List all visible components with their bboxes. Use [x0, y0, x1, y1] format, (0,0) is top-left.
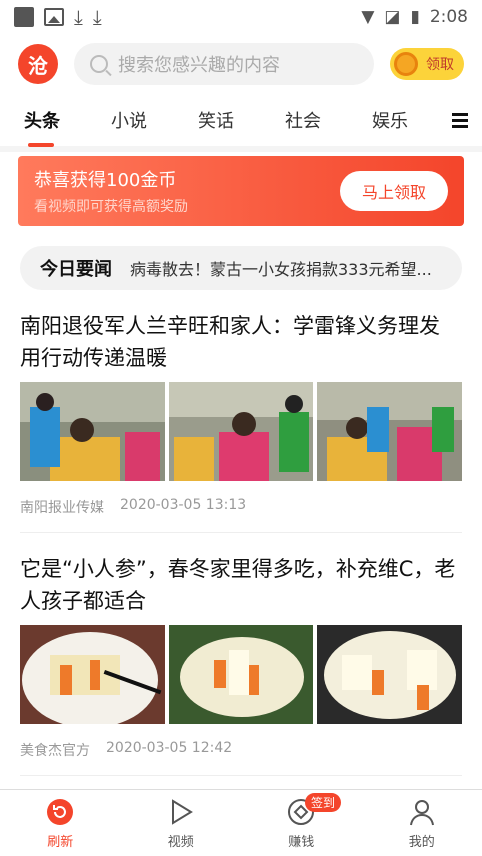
- search-placeholder: 搜索您感兴趣的内容: [118, 55, 280, 76]
- nav-label: 赚钱: [288, 834, 315, 850]
- tab-headlines[interactable]: 头条: [24, 107, 111, 147]
- nav-profile[interactable]: 我的: [362, 790, 482, 856]
- nav-refresh[interactable]: 刷新: [0, 790, 121, 856]
- banner-title: 恭喜获得100金币: [34, 170, 177, 191]
- clock: 2:08: [429, 7, 468, 27]
- notification-square-icon: [14, 7, 34, 27]
- menu-icon[interactable]: [452, 110, 468, 131]
- article-thumbnail[interactable]: [317, 625, 463, 724]
- article-source: 美食杰官方: [20, 743, 90, 759]
- battery-icon: ▮: [410, 7, 420, 27]
- app-logo[interactable]: 沧: [18, 44, 58, 84]
- signal-icon: ◪: [384, 7, 401, 27]
- coin-icon: [394, 52, 418, 76]
- user-icon: [407, 797, 437, 827]
- nav-label: 刷新: [47, 834, 74, 850]
- wifi-icon: ▼: [361, 7, 375, 27]
- bottom-nav: 刷新 视频 签到 赚钱 我的: [0, 789, 482, 856]
- play-icon: [166, 797, 196, 827]
- claim-now-button[interactable]: 马上领取: [339, 171, 448, 211]
- article-thumbnail[interactable]: [20, 625, 165, 724]
- nav-label: 视频: [167, 834, 194, 850]
- list-item[interactable]: 南阳退役军人兰辛旺和家人：学雷锋义务理发 用行动传递温暖 南阳报业传媒 2020…: [0, 290, 482, 533]
- nav-earn[interactable]: 签到 赚钱: [241, 790, 362, 856]
- status-bar: ⤓ ⤓ ▼ ◪ ▮ 2:08: [0, 0, 482, 34]
- logo-glyph: 沧: [28, 53, 48, 78]
- download-icon: ⤓: [92, 5, 102, 29]
- article-thumbnail[interactable]: [168, 382, 314, 481]
- tab-society[interactable]: 社会: [285, 107, 372, 133]
- image-icon: [44, 8, 64, 26]
- article-thumbnail[interactable]: [168, 625, 314, 724]
- article-thumbnail[interactable]: [20, 382, 165, 481]
- hot-news-bar[interactable]: 今日要闻 病毒散去！蒙古一小女孩捐款333元希望...: [20, 246, 462, 290]
- hot-news-label: 今日要闻: [40, 259, 112, 280]
- banner-subtitle: 看视频即可获得高额奖励: [34, 199, 188, 215]
- article-thumbnail[interactable]: [317, 382, 463, 481]
- nav-label: 我的: [408, 834, 435, 850]
- article-title[interactable]: 它是“小人参”，春冬家里得多吃，补充维C，老人孩子都适合: [20, 553, 462, 617]
- claim-coin-button[interactable]: 领取: [390, 48, 464, 80]
- top-bar: 沧 搜索您感兴趣的内容 领取: [0, 34, 482, 94]
- category-tabs: 头条 小说 笑话 社会 娱乐: [0, 94, 482, 147]
- search-input[interactable]: 搜索您感兴趣的内容: [74, 43, 374, 85]
- article-meta: 美食杰官方 2020-03-05 12:42: [20, 740, 462, 776]
- tab-jokes[interactable]: 笑话: [198, 107, 285, 133]
- article-time: 2020-03-05 13:13: [120, 497, 247, 513]
- checkin-badge[interactable]: 签到: [305, 793, 342, 812]
- article-time: 2020-03-05 12:42: [106, 740, 233, 756]
- divider: [0, 146, 482, 152]
- list-item[interactable]: 它是“小人参”，春冬家里得多吃，补充维C，老人孩子都适合 美食杰官方 2020-…: [0, 533, 482, 776]
- hot-news-text: 病毒散去！蒙古一小女孩捐款333元希望...: [130, 260, 432, 279]
- tab-novel[interactable]: 小说: [111, 107, 198, 133]
- nav-video[interactable]: 视频: [121, 790, 242, 856]
- claim-label: 领取: [426, 57, 454, 73]
- article-title[interactable]: 南阳退役军人兰辛旺和家人：学雷锋义务理发 用行动传递温暖: [20, 310, 462, 374]
- tab-entertainment[interactable]: 娱乐: [372, 107, 408, 133]
- download-icon: ⤓: [74, 5, 83, 29]
- search-icon: [90, 55, 108, 73]
- article-meta: 南阳报业传媒 2020-03-05 13:13: [20, 497, 462, 533]
- article-source: 南阳报业传媒: [20, 500, 104, 516]
- refresh-icon: [45, 797, 75, 827]
- reward-banner[interactable]: 恭喜获得100金币 看视频即可获得高额奖励 马上领取: [18, 156, 464, 226]
